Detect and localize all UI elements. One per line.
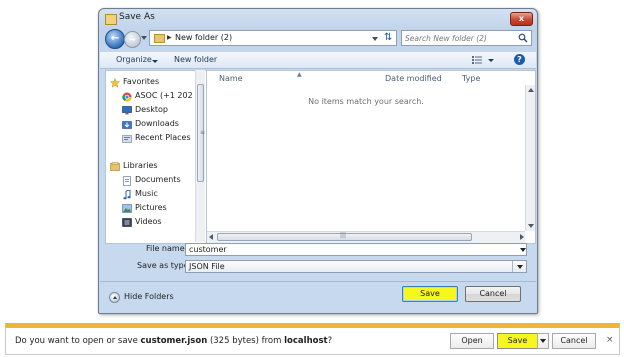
download-prompt-text: Do you want to open or save customer.jso… xyxy=(15,336,332,346)
nav-label: Recent Places xyxy=(135,133,191,142)
download-save-button[interactable]: Save xyxy=(497,333,538,349)
view-options-icon[interactable] xyxy=(472,56,482,64)
divider xyxy=(100,281,536,282)
music-icon xyxy=(122,189,132,200)
refresh-icon[interactable]: ⇅ xyxy=(384,32,392,43)
dialog-title: Save As xyxy=(119,12,155,22)
chevron-down-icon[interactable] xyxy=(520,248,526,252)
videos-icon xyxy=(122,218,132,227)
collapse-icon xyxy=(109,292,120,303)
selected-file-type: JSON File xyxy=(189,262,225,271)
nav-label: Favorites xyxy=(123,77,160,86)
grip-icon: ||| xyxy=(340,232,347,239)
nav-label: Videos xyxy=(135,217,162,226)
folder-icon xyxy=(154,34,165,43)
star-icon xyxy=(109,77,121,88)
pictures-icon xyxy=(122,204,132,213)
scroll-down-icon[interactable] xyxy=(528,224,534,228)
search-input[interactable] xyxy=(405,32,513,44)
file-name-field[interactable] xyxy=(185,243,527,256)
column-header-type[interactable]: Type xyxy=(462,74,480,83)
save-as-type-label: Save as type: xyxy=(137,261,192,270)
save-as-type-dropdown-button[interactable] xyxy=(512,261,527,272)
scrollbar-thumb[interactable]: ≡ xyxy=(197,84,206,182)
column-header-date-modified[interactable]: Date modified xyxy=(385,74,442,83)
help-icon[interactable]: ? xyxy=(514,54,525,65)
new-folder-button[interactable]: New folder xyxy=(174,55,217,64)
scroll-right-icon[interactable] xyxy=(520,234,524,240)
file-name-input[interactable] xyxy=(189,244,509,255)
downloads-folder-icon xyxy=(122,120,132,129)
nav-label: Music xyxy=(135,189,158,198)
nav-label: Pictures xyxy=(135,203,167,212)
organize-menu[interactable]: Organize xyxy=(116,55,152,64)
address-bar[interactable]: ▶ New folder (2) ⇅ xyxy=(149,30,397,46)
download-notification-bar: Do you want to open or save customer.jso… xyxy=(5,323,620,355)
chrome-icon xyxy=(122,92,132,102)
breadcrumb-current-folder[interactable]: New folder (2) xyxy=(175,33,232,42)
download-file-name: customer.json xyxy=(140,336,208,346)
nav-label: Libraries xyxy=(123,161,158,170)
navigation-pane: Favorites ASOC (+1 202 72 Desktop Downlo… xyxy=(105,70,207,244)
download-cancel-button[interactable]: Cancel xyxy=(552,333,596,349)
grip-icon: ≡ xyxy=(200,129,206,136)
arrow-left-icon: ← xyxy=(110,33,120,44)
documents-icon xyxy=(122,176,132,186)
chevron-down-icon xyxy=(152,60,158,63)
download-host: localhost xyxy=(284,336,328,346)
empty-list-message: No items match your search. xyxy=(308,97,424,106)
view-dropdown-button[interactable] xyxy=(488,59,494,62)
chevron-down-icon xyxy=(540,339,546,343)
arrow-right-icon: → xyxy=(129,35,136,44)
file-list-horizontal-scrollbar[interactable]: ||| xyxy=(207,231,525,243)
back-button[interactable]: ← xyxy=(105,29,125,49)
desktop-icon xyxy=(122,106,132,115)
navigation-pane-scrollbar[interactable]: ≡ xyxy=(195,70,205,242)
save-options-dropdown[interactable] xyxy=(537,333,549,349)
nav-label: Documents xyxy=(135,175,181,184)
cancel-button[interactable]: Cancel xyxy=(465,286,521,302)
file-list-vertical-scrollbar[interactable] xyxy=(525,85,535,231)
command-toolbar: Organize New folder ? xyxy=(100,51,536,69)
close-icon[interactable]: × xyxy=(606,335,614,345)
scrollbar-thumb[interactable]: ||| xyxy=(217,232,472,241)
chevron-up-icon xyxy=(113,296,117,299)
scroll-up-icon[interactable] xyxy=(528,88,534,92)
file-list[interactable]: ▲ Name Date modified Type No items match… xyxy=(206,70,536,244)
save-as-dialog: Save As x ← → ▶ New folder (2) ⇅ Organiz… xyxy=(98,8,538,314)
save-button[interactable]: Save xyxy=(402,286,458,302)
scroll-left-icon[interactable] xyxy=(209,234,213,240)
close-button[interactable]: x xyxy=(510,12,533,26)
nav-label: Downloads xyxy=(135,119,179,128)
download-size: (325 bytes) from xyxy=(207,336,285,346)
address-dropdown-button[interactable] xyxy=(372,37,378,41)
open-button[interactable]: Open xyxy=(450,333,494,349)
save-as-type-select[interactable]: JSON File xyxy=(185,260,527,273)
chevron-down-icon xyxy=(517,265,523,269)
breadcrumb-chevron-icon[interactable]: ▶ xyxy=(167,34,172,41)
recent-places-icon xyxy=(122,134,132,143)
libraries-icon xyxy=(110,162,120,171)
prompt-suffix: ? xyxy=(327,336,333,346)
file-name-label: File name: xyxy=(146,244,188,253)
hide-folders-label: Hide Folders xyxy=(124,292,174,301)
search-icon[interactable] xyxy=(518,33,528,43)
column-header-name[interactable]: Name xyxy=(219,74,243,83)
prompt-prefix: Do you want to open or save xyxy=(15,336,141,346)
sort-ascending-icon: ▲ xyxy=(297,71,302,78)
nav-label: Desktop xyxy=(135,105,168,114)
folder-icon xyxy=(105,14,117,25)
recent-locations-dropdown[interactable] xyxy=(141,36,147,40)
search-box[interactable] xyxy=(401,30,532,46)
forward-button[interactable]: → xyxy=(124,31,141,48)
